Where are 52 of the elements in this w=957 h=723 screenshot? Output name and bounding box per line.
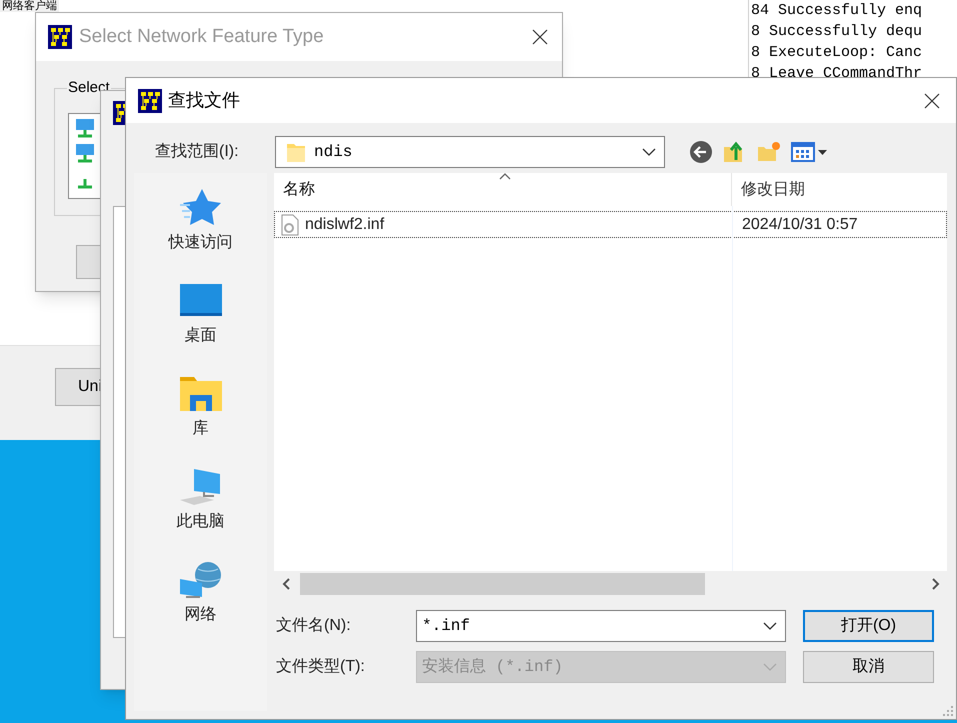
scroll-right-icon [932, 578, 940, 590]
place-item[interactable]: 此电脑 [146, 464, 256, 545]
dialog-title: Select Network Feature Type [79, 24, 325, 49]
file-gear-icon [281, 214, 299, 236]
new-folder-icon [757, 140, 781, 164]
log-line: 8 Leave CCommandThr [751, 64, 924, 80]
cancel-button[interactable]: 取消 [803, 651, 934, 683]
file-date: 2024/10/31 0:57 [741, 214, 858, 234]
resize-grip-icon [943, 706, 953, 716]
place-item[interactable]: 桌面 [146, 278, 256, 359]
place-label: 库 [192, 419, 208, 439]
look-in-value: ndis [314, 142, 354, 163]
file-type-label: 文件类型(T): [275, 656, 366, 677]
file-row[interactable]: ndislwf2.inf 2024/10/31 0:57 [274, 211, 947, 238]
scrollbar-thumb[interactable] [300, 572, 705, 594]
dialog-title: 查找文件 [168, 89, 241, 112]
look-in-dropdown[interactable]: ndis [275, 136, 665, 168]
chevron-down-icon [763, 663, 777, 671]
open-button[interactable]: 打开(O) [803, 610, 934, 642]
place-item[interactable]: 快速访问 [146, 185, 256, 266]
window-heading: 网络客户端 [0, 0, 59, 12]
close-icon [532, 29, 548, 45]
app-icon-partial [113, 101, 125, 125]
folder-icon [286, 141, 306, 163]
file-type-value: 安装信息 (*.inf) [422, 656, 564, 678]
scroll-left-icon [282, 578, 290, 590]
look-in-label: 查找范围(I): [155, 142, 240, 162]
place-item[interactable]: 网络 [146, 557, 256, 638]
column-header[interactable]: 修改日期 [732, 173, 947, 206]
app-icon [138, 88, 162, 112]
app-icon [48, 25, 72, 49]
place-label: 桌面 [184, 326, 216, 346]
column-header[interactable]: 名称 [274, 173, 732, 206]
log-line: 8 Successfully dequ [751, 22, 924, 42]
view-menu-icon [791, 140, 829, 164]
place-label: 网络 [184, 605, 216, 625]
sort-caret-icon [499, 173, 511, 180]
place-item[interactable]: 库 [146, 371, 256, 452]
log-line: 8 ExecuteLoop: Canc [751, 43, 924, 63]
network-icon [178, 559, 224, 599]
log-line: 84 Successfully enq [751, 1, 924, 21]
chevron-down-icon [642, 148, 656, 156]
file-name-value: *.inf [422, 616, 472, 637]
close-icon [924, 92, 940, 108]
file-name-field[interactable]: *.inf [416, 610, 786, 642]
place-label: 此电脑 [176, 512, 224, 532]
place-label: 快速访问 [168, 233, 232, 253]
column-label: 修改日期 [741, 180, 805, 200]
chevron-down-icon [763, 622, 777, 630]
file-name-label: 文件名(N): [275, 616, 352, 636]
column-label: 名称 [283, 180, 315, 200]
file-name: ndislwf2.inf [305, 214, 384, 234]
